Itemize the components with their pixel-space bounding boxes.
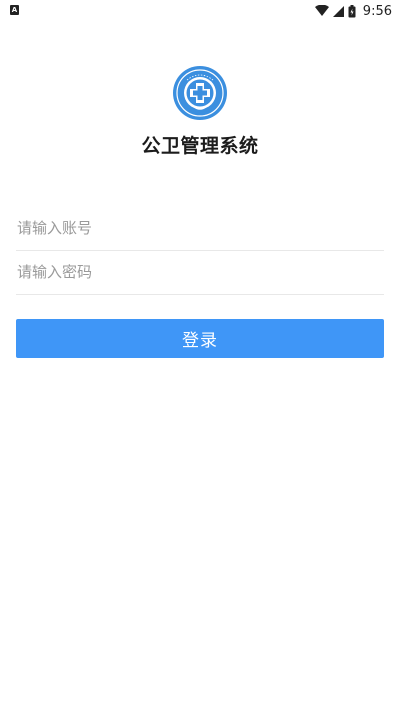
account-field bbox=[16, 206, 384, 251]
notification-a-icon: A bbox=[10, 5, 19, 15]
status-icons: 9:56 bbox=[314, 2, 392, 20]
status-bar: A 9:56 bbox=[0, 0, 400, 22]
account-input[interactable] bbox=[16, 206, 384, 250]
password-field bbox=[16, 250, 384, 295]
password-input[interactable] bbox=[16, 250, 384, 294]
health-emblem-icon bbox=[173, 66, 227, 120]
app-title: 公卫管理系统 bbox=[141, 135, 259, 157]
signal-icon bbox=[332, 5, 344, 17]
battery-icon bbox=[348, 4, 356, 17]
login-button[interactable]: 登录 bbox=[16, 319, 384, 358]
wifi-icon bbox=[314, 5, 329, 16]
status-time: 9:56 bbox=[362, 3, 392, 19]
